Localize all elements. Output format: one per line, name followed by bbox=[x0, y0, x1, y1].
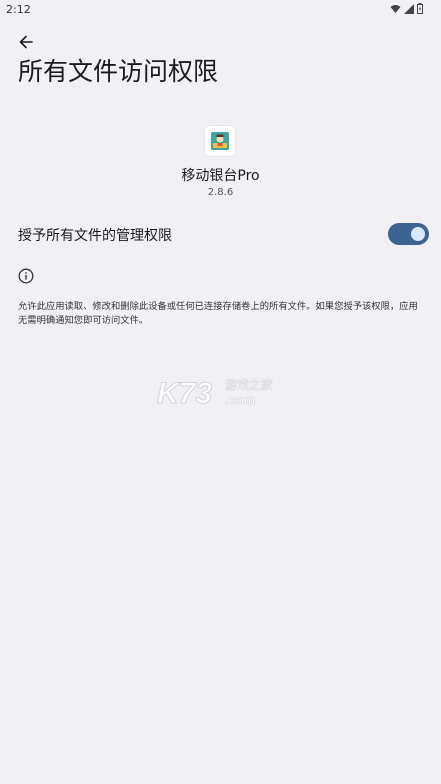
battery-icon bbox=[417, 3, 423, 14]
app-version: 2.8.6 bbox=[207, 187, 234, 198]
permission-label: 授予所有文件的管理权限 bbox=[18, 228, 172, 244]
back-button[interactable] bbox=[14, 31, 38, 53]
info-icon bbox=[18, 268, 34, 284]
status-time: 2:12 bbox=[6, 3, 31, 16]
app-name: 移动银台Pro bbox=[181, 168, 260, 184]
status-bar: 2:12 bbox=[0, 0, 441, 18]
app-icon bbox=[205, 126, 235, 156]
app-logo-icon bbox=[211, 132, 229, 150]
page-title: 所有文件访问权限 bbox=[18, 57, 219, 86]
watermark-brand: K73 bbox=[157, 377, 212, 408]
signal-icon bbox=[404, 3, 414, 14]
permission-description: 允许此应用读取、修改和删除此设备或任何已连接存储卷上的所有文件。如果您授予该权限… bbox=[18, 301, 418, 326]
watermark-site: 游戏之家 bbox=[225, 377, 273, 392]
arrow-left-icon bbox=[19, 35, 33, 49]
watermark-logo: K73 游戏之家 .com bbox=[157, 377, 273, 409]
watermark-domain: .com bbox=[225, 392, 255, 407]
wifi-icon bbox=[390, 4, 401, 13]
permission-toggle[interactable] bbox=[388, 223, 429, 245]
status-icons bbox=[390, 3, 423, 14]
toggle-thumb bbox=[411, 227, 425, 241]
